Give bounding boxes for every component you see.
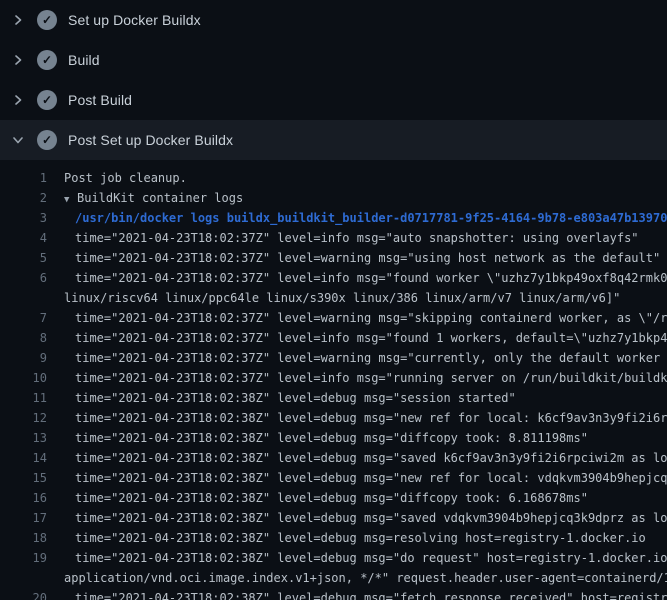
log-line-text: time="2021-04-23T18:02:38Z" level=debug … (75, 588, 667, 600)
chevron-icon[interactable] (12, 134, 24, 146)
log-line-number[interactable] (0, 288, 47, 308)
step-row-1[interactable]: ✓ Build (0, 40, 667, 80)
log-line-text: time="2021-04-23T18:02:38Z" level=debug … (75, 408, 667, 428)
log-line: 19 time="2021-04-23T18:02:38Z" level=deb… (0, 548, 667, 568)
chevron-icon[interactable] (12, 54, 24, 66)
log-line-number[interactable]: 11 (0, 388, 47, 408)
check-circle-icon: ✓ (37, 10, 57, 30)
log-line: 16 time="2021-04-23T18:02:38Z" level=deb… (0, 488, 667, 508)
log-line-number[interactable]: 15 (0, 468, 47, 488)
log-line-number[interactable]: 8 (0, 328, 47, 348)
actions-log-viewer: ✓ Set up Docker Buildx ✓ Build ✓ Post Bu… (0, 0, 667, 600)
log-line: 6 time="2021-04-23T18:02:37Z" level=info… (0, 268, 667, 288)
log-line-text: application/vnd.oci.image.index.v1+json,… (64, 568, 667, 588)
log-line-number[interactable]: 7 (0, 308, 47, 328)
log-line-number[interactable]: 19 (0, 548, 47, 568)
log-line: 11 time="2021-04-23T18:02:38Z" level=deb… (0, 388, 667, 408)
log-line-text: ▼BuildKit container logs (64, 188, 243, 208)
chevron-icon[interactable] (12, 94, 24, 106)
check-circle-icon: ✓ (37, 130, 57, 150)
log-line-number[interactable]: 18 (0, 528, 47, 548)
step-row-0[interactable]: ✓ Set up Docker Buildx (0, 0, 667, 40)
check-circle-icon: ✓ (37, 90, 57, 110)
log-line-text: time="2021-04-23T18:02:38Z" level=debug … (75, 548, 667, 568)
log-line-number[interactable]: 5 (0, 248, 47, 268)
log-line-number[interactable]: 4 (0, 228, 47, 248)
log-line: 14 time="2021-04-23T18:02:38Z" level=deb… (0, 448, 667, 468)
log-line: 4 time="2021-04-23T18:02:37Z" level=info… (0, 228, 667, 248)
log-line-text: linux/riscv64 linux/ppc64le linux/s390x … (64, 288, 620, 308)
chevron-icon[interactable] (12, 14, 24, 26)
log-line: 17 time="2021-04-23T18:02:38Z" level=deb… (0, 508, 667, 528)
log-line-number[interactable]: 14 (0, 448, 47, 468)
log-line: 12 time="2021-04-23T18:02:38Z" level=deb… (0, 408, 667, 428)
log-line-number[interactable]: 6 (0, 268, 47, 288)
log-line: 18 time="2021-04-23T18:02:38Z" level=deb… (0, 528, 667, 548)
step-row-3[interactable]: ✓ Post Set up Docker Buildx (0, 120, 667, 160)
log-line: 3 /usr/bin/docker logs buildx_buildkit_b… (0, 208, 667, 228)
check-circle-icon: ✓ (37, 50, 57, 70)
log-line-text: time="2021-04-23T18:02:37Z" level=info m… (75, 228, 639, 248)
log-line-number[interactable] (0, 568, 47, 588)
log-line-number[interactable]: 10 (0, 368, 47, 388)
log-line-number[interactable]: 9 (0, 348, 47, 368)
log-line: 20 time="2021-04-23T18:02:38Z" level=deb… (0, 588, 667, 600)
log-line-text: time="2021-04-23T18:02:37Z" level=info m… (75, 368, 667, 388)
log-line: 10 time="2021-04-23T18:02:37Z" level=inf… (0, 368, 667, 388)
log-panel: 1 Post job cleanup. 2 ▼BuildKit containe… (0, 160, 667, 600)
log-line: 2 ▼BuildKit container logs (0, 188, 667, 208)
log-line: 13 time="2021-04-23T18:02:38Z" level=deb… (0, 428, 667, 448)
step-label: Post Set up Docker Buildx (68, 132, 233, 148)
log-line-number[interactable]: 3 (0, 208, 47, 228)
log-line-number[interactable]: 2 (0, 188, 47, 208)
step-label: Post Build (68, 92, 132, 108)
step-label: Set up Docker Buildx (68, 12, 201, 28)
log-line: 5 time="2021-04-23T18:02:37Z" level=warn… (0, 248, 667, 268)
log-line-text: time="2021-04-23T18:02:37Z" level=warnin… (75, 248, 660, 268)
log-line-text: Post job cleanup. (64, 168, 187, 188)
log-line-number[interactable]: 13 (0, 428, 47, 448)
log-line-text: time="2021-04-23T18:02:37Z" level=warnin… (75, 348, 667, 368)
log-line: 7 time="2021-04-23T18:02:37Z" level=warn… (0, 308, 667, 328)
group-collapse-icon[interactable]: ▼ (64, 190, 77, 210)
log-line-text: time="2021-04-23T18:02:38Z" level=debug … (75, 388, 516, 408)
log-line: 9 time="2021-04-23T18:02:37Z" level=warn… (0, 348, 667, 368)
log-line-number[interactable]: 17 (0, 508, 47, 528)
log-line-text: time="2021-04-23T18:02:37Z" level=info m… (75, 328, 667, 348)
log-line: 1 Post job cleanup. (0, 168, 667, 188)
log-line-text: time="2021-04-23T18:02:37Z" level=warnin… (75, 308, 667, 328)
log-line: 15 time="2021-04-23T18:02:38Z" level=deb… (0, 468, 667, 488)
log-line-text: time="2021-04-23T18:02:38Z" level=debug … (75, 448, 667, 468)
log-line: linux/riscv64 linux/ppc64le linux/s390x … (0, 288, 667, 308)
step-label: Build (68, 52, 100, 68)
log-line-number[interactable]: 12 (0, 408, 47, 428)
step-list: ✓ Set up Docker Buildx ✓ Build ✓ Post Bu… (0, 0, 667, 160)
log-line-text: time="2021-04-23T18:02:37Z" level=info m… (75, 268, 667, 288)
log-line-text: time="2021-04-23T18:02:38Z" level=debug … (75, 508, 667, 528)
log-line-number[interactable]: 20 (0, 588, 47, 600)
log-line: application/vnd.oci.image.index.v1+json,… (0, 568, 667, 588)
log-line-number[interactable]: 16 (0, 488, 47, 508)
log-line-text: time="2021-04-23T18:02:38Z" level=debug … (75, 428, 588, 448)
log-line-text: time="2021-04-23T18:02:38Z" level=debug … (75, 468, 667, 488)
log-line-text: time="2021-04-23T18:02:38Z" level=debug … (75, 528, 646, 548)
log-line-number[interactable]: 1 (0, 168, 47, 188)
step-row-2[interactable]: ✓ Post Build (0, 80, 667, 120)
log-line-text: time="2021-04-23T18:02:38Z" level=debug … (75, 488, 588, 508)
log-line: 8 time="2021-04-23T18:02:37Z" level=info… (0, 328, 667, 348)
log-line-text: /usr/bin/docker logs buildx_buildkit_bui… (75, 208, 667, 228)
